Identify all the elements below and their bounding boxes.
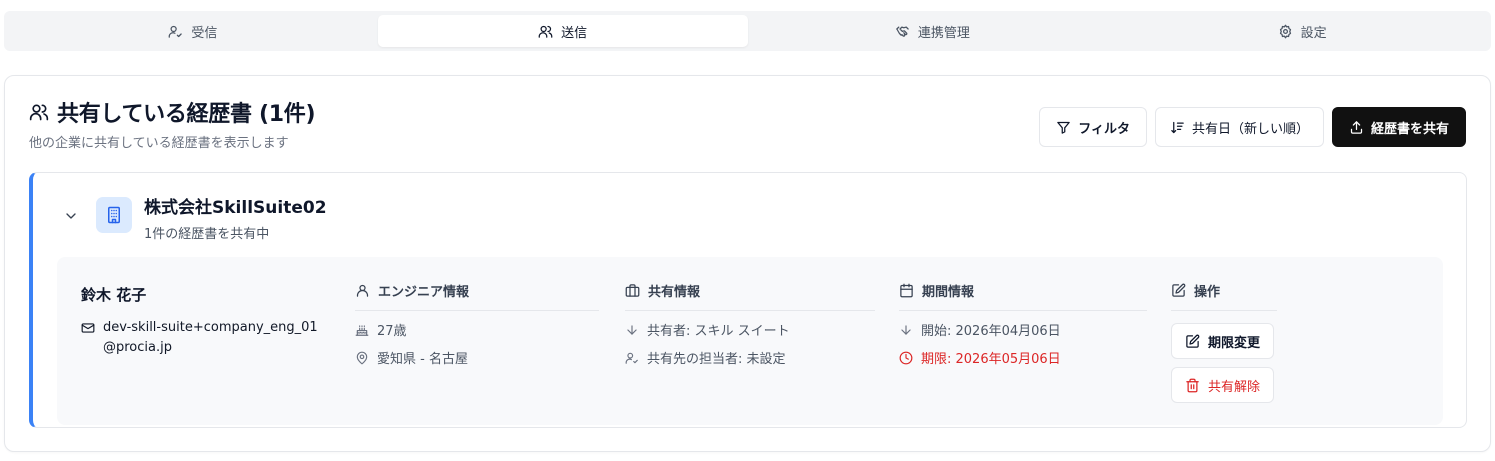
tab-sent[interactable]: 送信 bbox=[377, 15, 748, 47]
tab-label: 連携管理 bbox=[917, 25, 970, 41]
change-deadline-label: 期限変更 bbox=[1208, 335, 1261, 351]
trash-icon bbox=[1186, 378, 1199, 392]
company-summary: 1件の経歴書を共有中 bbox=[144, 227, 270, 242]
filter-icon bbox=[1057, 121, 1070, 134]
share-label: 経歴書を共有 bbox=[1370, 121, 1449, 137]
period-start: 開始: 2026年04月06日 bbox=[921, 324, 1061, 339]
arrow-down-icon bbox=[627, 324, 637, 335]
card-header: 共有している経歴書 (1件) 他の企業に共有している経歴書を表示します bbox=[29, 96, 316, 151]
share-owner: 共有者: スキル スイート bbox=[647, 324, 790, 339]
users-icon bbox=[29, 104, 49, 121]
briefcase-icon bbox=[625, 284, 640, 297]
calendar-icon bbox=[900, 283, 913, 298]
email-row: dev-skill-suite+company_eng_01@procia.jp bbox=[81, 318, 341, 358]
user-check-icon bbox=[168, 25, 183, 38]
handshake-icon bbox=[896, 26, 909, 37]
engineer-name: 鈴木 花子 bbox=[81, 286, 147, 304]
tab-integration[interactable]: 連携管理 bbox=[748, 15, 1118, 47]
mail-icon bbox=[81, 323, 95, 333]
users-icon bbox=[538, 25, 553, 38]
shared-resume-row: 鈴木 花子 dev-skill-suite+company_eng_01@pro… bbox=[57, 257, 1443, 425]
toolbar: フィルタ 共有日（新しい順） 経歴書を共有 bbox=[1039, 107, 1466, 147]
company-name: 株式会社SkillSuite02 bbox=[144, 198, 327, 218]
tab-settings[interactable]: 設定 bbox=[1117, 15, 1487, 47]
tab-label: 送信 bbox=[561, 25, 588, 41]
user-check-icon bbox=[625, 352, 638, 364]
share-info-column: 共有情報 共有者: スキル スイート 共有先の担当者: 未設定 bbox=[625, 281, 875, 367]
shared-resumes-card: 共有している経歴書 (1件) 他の企業に共有している経歴書を表示します フィルタ… bbox=[4, 75, 1491, 452]
revoke-share-label: 共有解除 bbox=[1208, 379, 1261, 395]
engineer-location: 愛知県 - 名古屋 bbox=[377, 352, 468, 367]
sort-select[interactable]: 共有日（新しい順） bbox=[1154, 107, 1324, 147]
building-icon bbox=[108, 206, 120, 224]
tab-label: 受信 bbox=[191, 25, 218, 41]
sort-icon bbox=[1171, 121, 1184, 133]
filter-button[interactable]: フィルタ bbox=[1039, 107, 1147, 147]
company-avatar bbox=[96, 197, 132, 233]
engineer-info-column: エンジニア情報 27歳 愛知県 - 名古屋 bbox=[355, 281, 599, 367]
revoke-share-button[interactable]: 共有解除 bbox=[1171, 367, 1275, 403]
edit-icon bbox=[1186, 334, 1200, 348]
period-info-heading: 期間情報 bbox=[922, 285, 975, 300]
share-assignee: 共有先の担当者: 未設定 bbox=[647, 352, 786, 367]
map-pin-icon bbox=[356, 351, 368, 364]
filter-label: フィルタ bbox=[1078, 121, 1130, 137]
operations-heading: 操作 bbox=[1194, 285, 1221, 300]
gear-icon bbox=[1279, 24, 1291, 38]
page-subtitle: 他の企業に共有している経歴書を表示します bbox=[29, 136, 289, 151]
engineer-email: dev-skill-suite+company_eng_01@procia.jp bbox=[103, 320, 318, 355]
change-deadline-button[interactable]: 期限変更 bbox=[1171, 323, 1275, 359]
cake-icon bbox=[355, 324, 369, 336]
share-resume-button[interactable]: 経歴書を共有 bbox=[1331, 107, 1466, 147]
operations-column: 操作 期限変更 共有解除 bbox=[1171, 281, 1277, 403]
upload-icon bbox=[1350, 120, 1363, 134]
engineer-age: 27歳 bbox=[377, 324, 407, 339]
engineer-info-heading: エンジニア情報 bbox=[378, 285, 470, 300]
arrow-down-icon bbox=[901, 324, 911, 335]
page-title: 共有している経歴書 (1件) bbox=[57, 102, 316, 127]
tab-bar: 受信 送信 連携管理 設定 bbox=[4, 11, 1491, 51]
chevron-down-icon[interactable] bbox=[63, 208, 79, 224]
edit-icon bbox=[1172, 283, 1186, 297]
tab-received[interactable]: 受信 bbox=[8, 15, 378, 47]
sort-label: 共有日（新しい順） bbox=[1191, 121, 1309, 137]
period-deadline: 期限: 2026年05月06日 bbox=[921, 352, 1061, 367]
clock-icon bbox=[899, 351, 913, 364]
user-icon bbox=[356, 284, 369, 297]
company-group: 株式会社SkillSuite02 1件の経歴書を共有中 鈴木 花子 dev-sk… bbox=[29, 172, 1467, 428]
tab-label: 設定 bbox=[1300, 25, 1327, 41]
share-info-heading: 共有情報 bbox=[648, 285, 701, 300]
period-info-column: 期間情報 開始: 2026年04月06日 期限: 2026年05月06日 bbox=[899, 281, 1147, 367]
